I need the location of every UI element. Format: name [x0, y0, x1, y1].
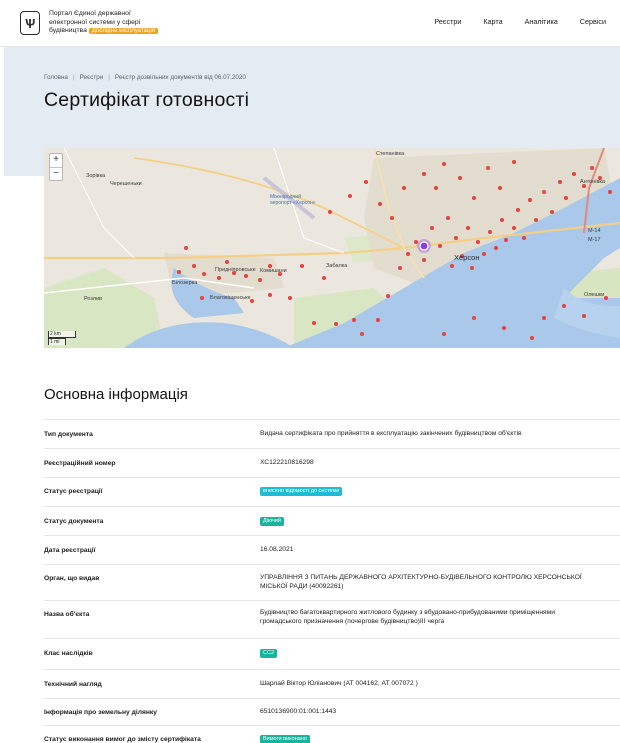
zoom-in-button[interactable]: +: [50, 154, 62, 167]
breadcrumb: Головна | Реєстри | Реєстр дозвільних до…: [44, 74, 246, 81]
info-row-issuer: Орган, що видав УПРАВЛІННЯ З ПИТАНЬ ДЕРЖ…: [44, 564, 620, 600]
breadcrumb-registry[interactable]: Реєстр дозвільних документів від 06.07.2…: [115, 74, 246, 81]
map-label-m17: M-17: [588, 237, 601, 243]
map-label-kherson: Херсон: [454, 253, 480, 262]
main-nav: Реєстри Карта Аналітика Сервіси: [412, 17, 606, 26]
section-title-main-info: Основна інформація: [44, 386, 188, 403]
map-label-m14: M-14: [588, 228, 601, 234]
map-label-bilozerka: Білозерка: [172, 280, 198, 286]
info-row-reg-status: Статус реєстрації внесено відомості до с…: [44, 477, 620, 506]
map-label-prydniprovske: Придніпровське: [215, 267, 256, 273]
map-label-chereshnevka: Черешеньки: [110, 181, 142, 187]
site-header: Ѱ Портал Єдиної державної електронної си…: [0, 0, 620, 47]
map-label-roshchi: Розлив: [84, 296, 103, 302]
info-row-object-name: Назва об'єкта Будівництво багатоквартирн…: [44, 600, 620, 638]
info-row-reg-date: Дата реєстрації 16.08.2021: [44, 535, 620, 564]
nav-analytics[interactable]: Аналітика: [525, 17, 558, 26]
selected-object-marker[interactable]: [419, 241, 429, 251]
info-row-requirements-status: Статус виконання вимог до змісту сертифі…: [44, 725, 620, 743]
scale-km: 2 km: [48, 331, 76, 338]
zoom-control: + −: [49, 153, 63, 181]
info-row-doc-type: Тип документа Видача сертифіката про при…: [44, 419, 620, 448]
zoom-out-button[interactable]: −: [50, 167, 62, 180]
breadcrumb-registries[interactable]: Реєстри: [80, 74, 104, 81]
portal-logo[interactable]: Ѱ Портал Єдиної державної електронної си…: [20, 10, 169, 36]
map-canvas[interactable]: [44, 148, 620, 348]
map-label-blagoveshchenske: Благовіщенське: [210, 295, 251, 301]
status-badge: Діючий: [260, 517, 284, 526]
nav-map[interactable]: Карта: [483, 17, 502, 26]
map-label-zorivka: Зорівка: [86, 173, 106, 179]
map-scale: 2 km 1 mi: [48, 331, 76, 345]
map-label-komyshany: Комишани: [260, 268, 287, 274]
info-row-land-plot: Інформація про земельну ділянку 65101369…: [44, 698, 620, 725]
map-label-stepanivka: Степанівка: [376, 151, 405, 157]
info-row-reg-number: Реєстраційний номер ХС122210816298: [44, 448, 620, 477]
page-title: Сертифікат готовності: [44, 89, 250, 111]
map-label-airport: Міжнародний аеропорт «Херсон»: [270, 194, 316, 206]
info-row-tech-supervision: Технічний нагляд Шарлай Віктор Юліанович…: [44, 669, 620, 698]
map-label-antonivka: Антонівка: [580, 179, 605, 185]
location-map[interactable]: + − Зорівка Черешеньки Міжнародний аероп…: [44, 148, 620, 348]
class-badge: СС2: [260, 649, 278, 658]
portal-title: Портал Єдиної державної електронної сист…: [49, 10, 169, 36]
status-badge: Вимоги виконано: [260, 735, 310, 743]
nav-services[interactable]: Сервіси: [580, 17, 606, 26]
breadcrumb-home[interactable]: Головна: [44, 74, 68, 81]
nav-registries[interactable]: Реєстри: [434, 17, 461, 26]
map-label-zabalka: Забалка: [326, 263, 348, 269]
scale-mi: 1 mi: [48, 338, 66, 345]
status-badge: внесено відомості до системи: [260, 487, 343, 496]
info-row-consequence-class: Клас наслідків СС2: [44, 638, 620, 669]
trident-icon: Ѱ: [20, 11, 40, 35]
info-row-doc-status: Статус документа Діючий: [44, 506, 620, 535]
beta-badge: Дослідна експлуатація: [88, 28, 158, 35]
info-table: Тип документа Видача сертифіката про при…: [44, 419, 620, 743]
map-label-oleshky: Олешки: [584, 292, 605, 298]
